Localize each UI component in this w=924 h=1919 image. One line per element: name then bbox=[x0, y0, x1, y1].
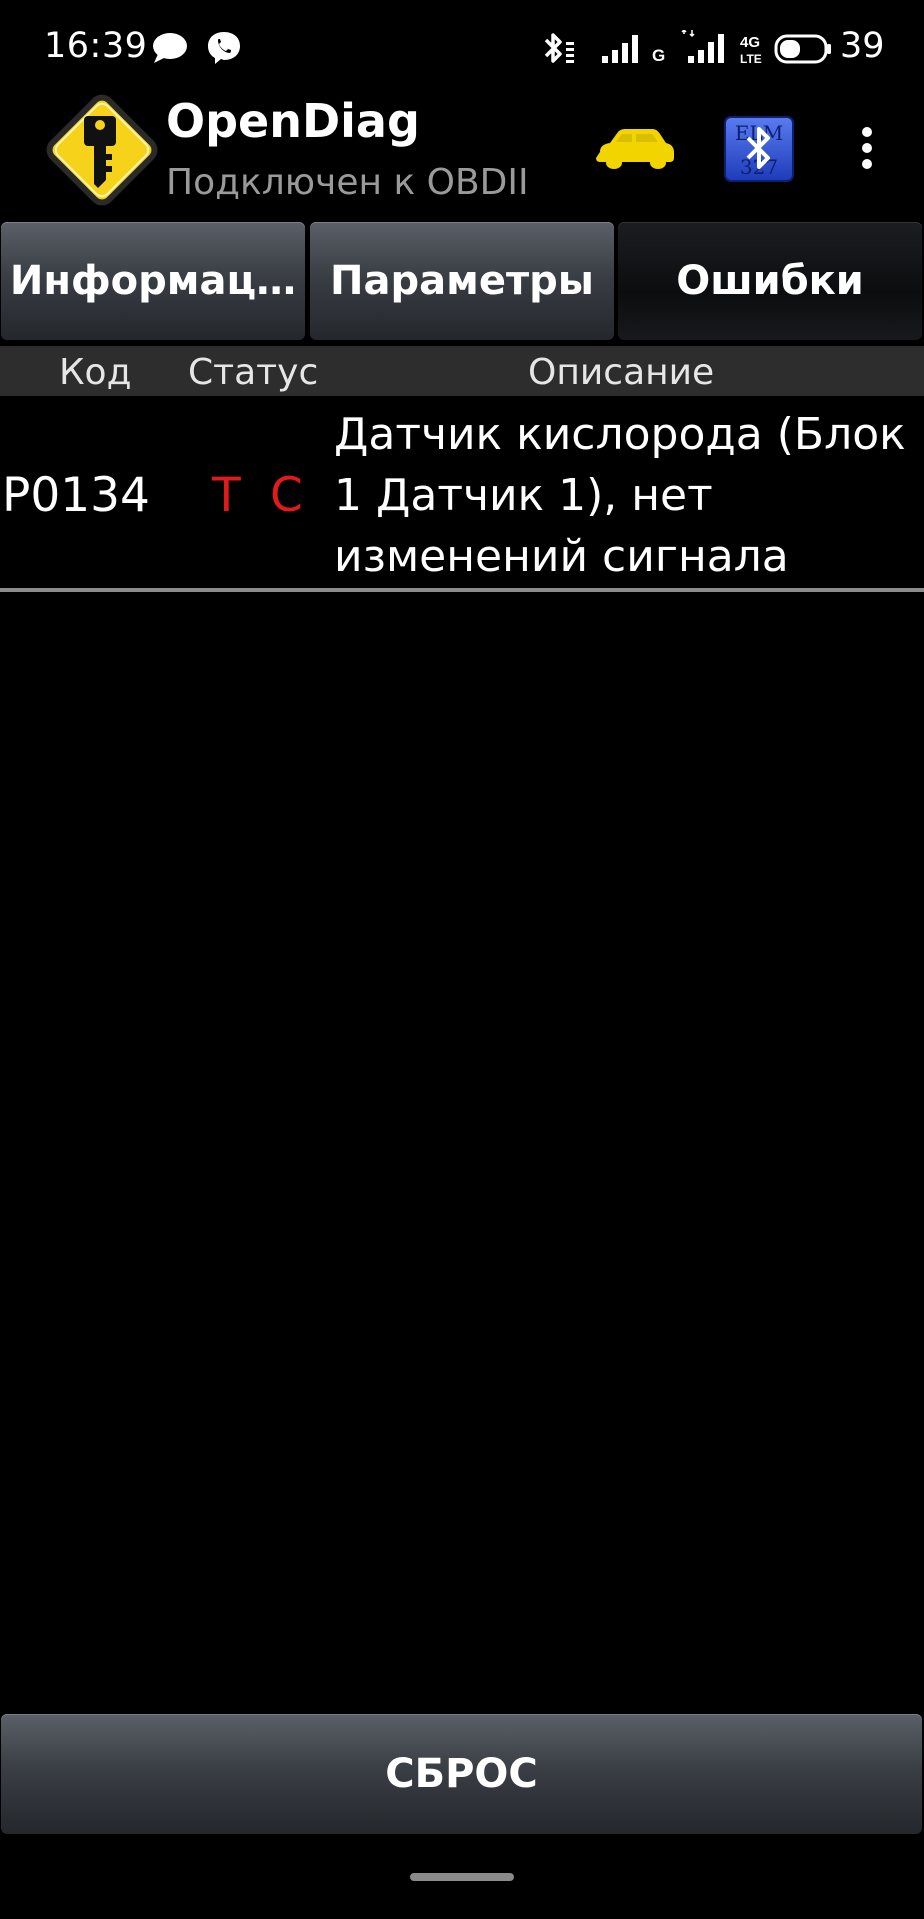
overflow-menu-icon[interactable] bbox=[852, 126, 882, 174]
error-description: Датчик кислорода (Блок 1 Датчик 1), нет … bbox=[334, 409, 906, 582]
error-list-item[interactable]: P0134 T C Датчик кислорода (Блок 1 Датчи… bbox=[0, 398, 924, 590]
network-type-sublabel: LTE bbox=[740, 52, 762, 66]
app-title: OpenDiag bbox=[166, 94, 420, 148]
gesture-navigation-bar[interactable] bbox=[410, 1873, 514, 1881]
signal-icon bbox=[602, 35, 638, 63]
error-status-flag-t: T bbox=[212, 468, 241, 523]
bluetooth-icon bbox=[544, 33, 574, 63]
tab-parameters[interactable]: Параметры bbox=[310, 222, 614, 340]
tab-errors[interactable]: Ошибки bbox=[618, 222, 922, 340]
chat-bubble-icon bbox=[153, 33, 187, 63]
row-divider bbox=[0, 588, 924, 592]
connection-status: Подключен к OBDII bbox=[166, 162, 529, 203]
elm327-bluetooth-icon[interactable]: ELM 327 bbox=[724, 116, 794, 182]
app-logo-icon bbox=[46, 94, 158, 206]
tab-information[interactable]: Информац… bbox=[1, 222, 305, 340]
car-icon[interactable] bbox=[594, 126, 676, 174]
status-bar: 16:39 G 4G LTE 39 bbox=[0, 0, 924, 96]
column-header-status: Статус bbox=[188, 352, 319, 393]
tab-bar: Информац… Параметры Ошибки bbox=[0, 220, 924, 344]
column-header-code: Код bbox=[59, 352, 132, 393]
status-time: 16:39 bbox=[44, 26, 148, 66]
battery-icon bbox=[774, 34, 831, 64]
column-header-description: Описание bbox=[528, 352, 715, 393]
reset-button[interactable]: СБРОС bbox=[1, 1714, 922, 1834]
network-type-label: 4G bbox=[740, 34, 761, 51]
viber-icon bbox=[208, 32, 240, 64]
error-code: P0134 bbox=[2, 468, 150, 523]
error-status-flag-c: C bbox=[270, 468, 303, 523]
action-bar: OpenDiag Подключен к OBDII ELM 327 bbox=[0, 88, 924, 216]
battery-level: 39 bbox=[840, 26, 885, 66]
error-list-header: Код Статус Описание bbox=[0, 346, 924, 396]
signal-icon bbox=[681, 30, 724, 63]
network-type-label: G bbox=[652, 46, 666, 65]
